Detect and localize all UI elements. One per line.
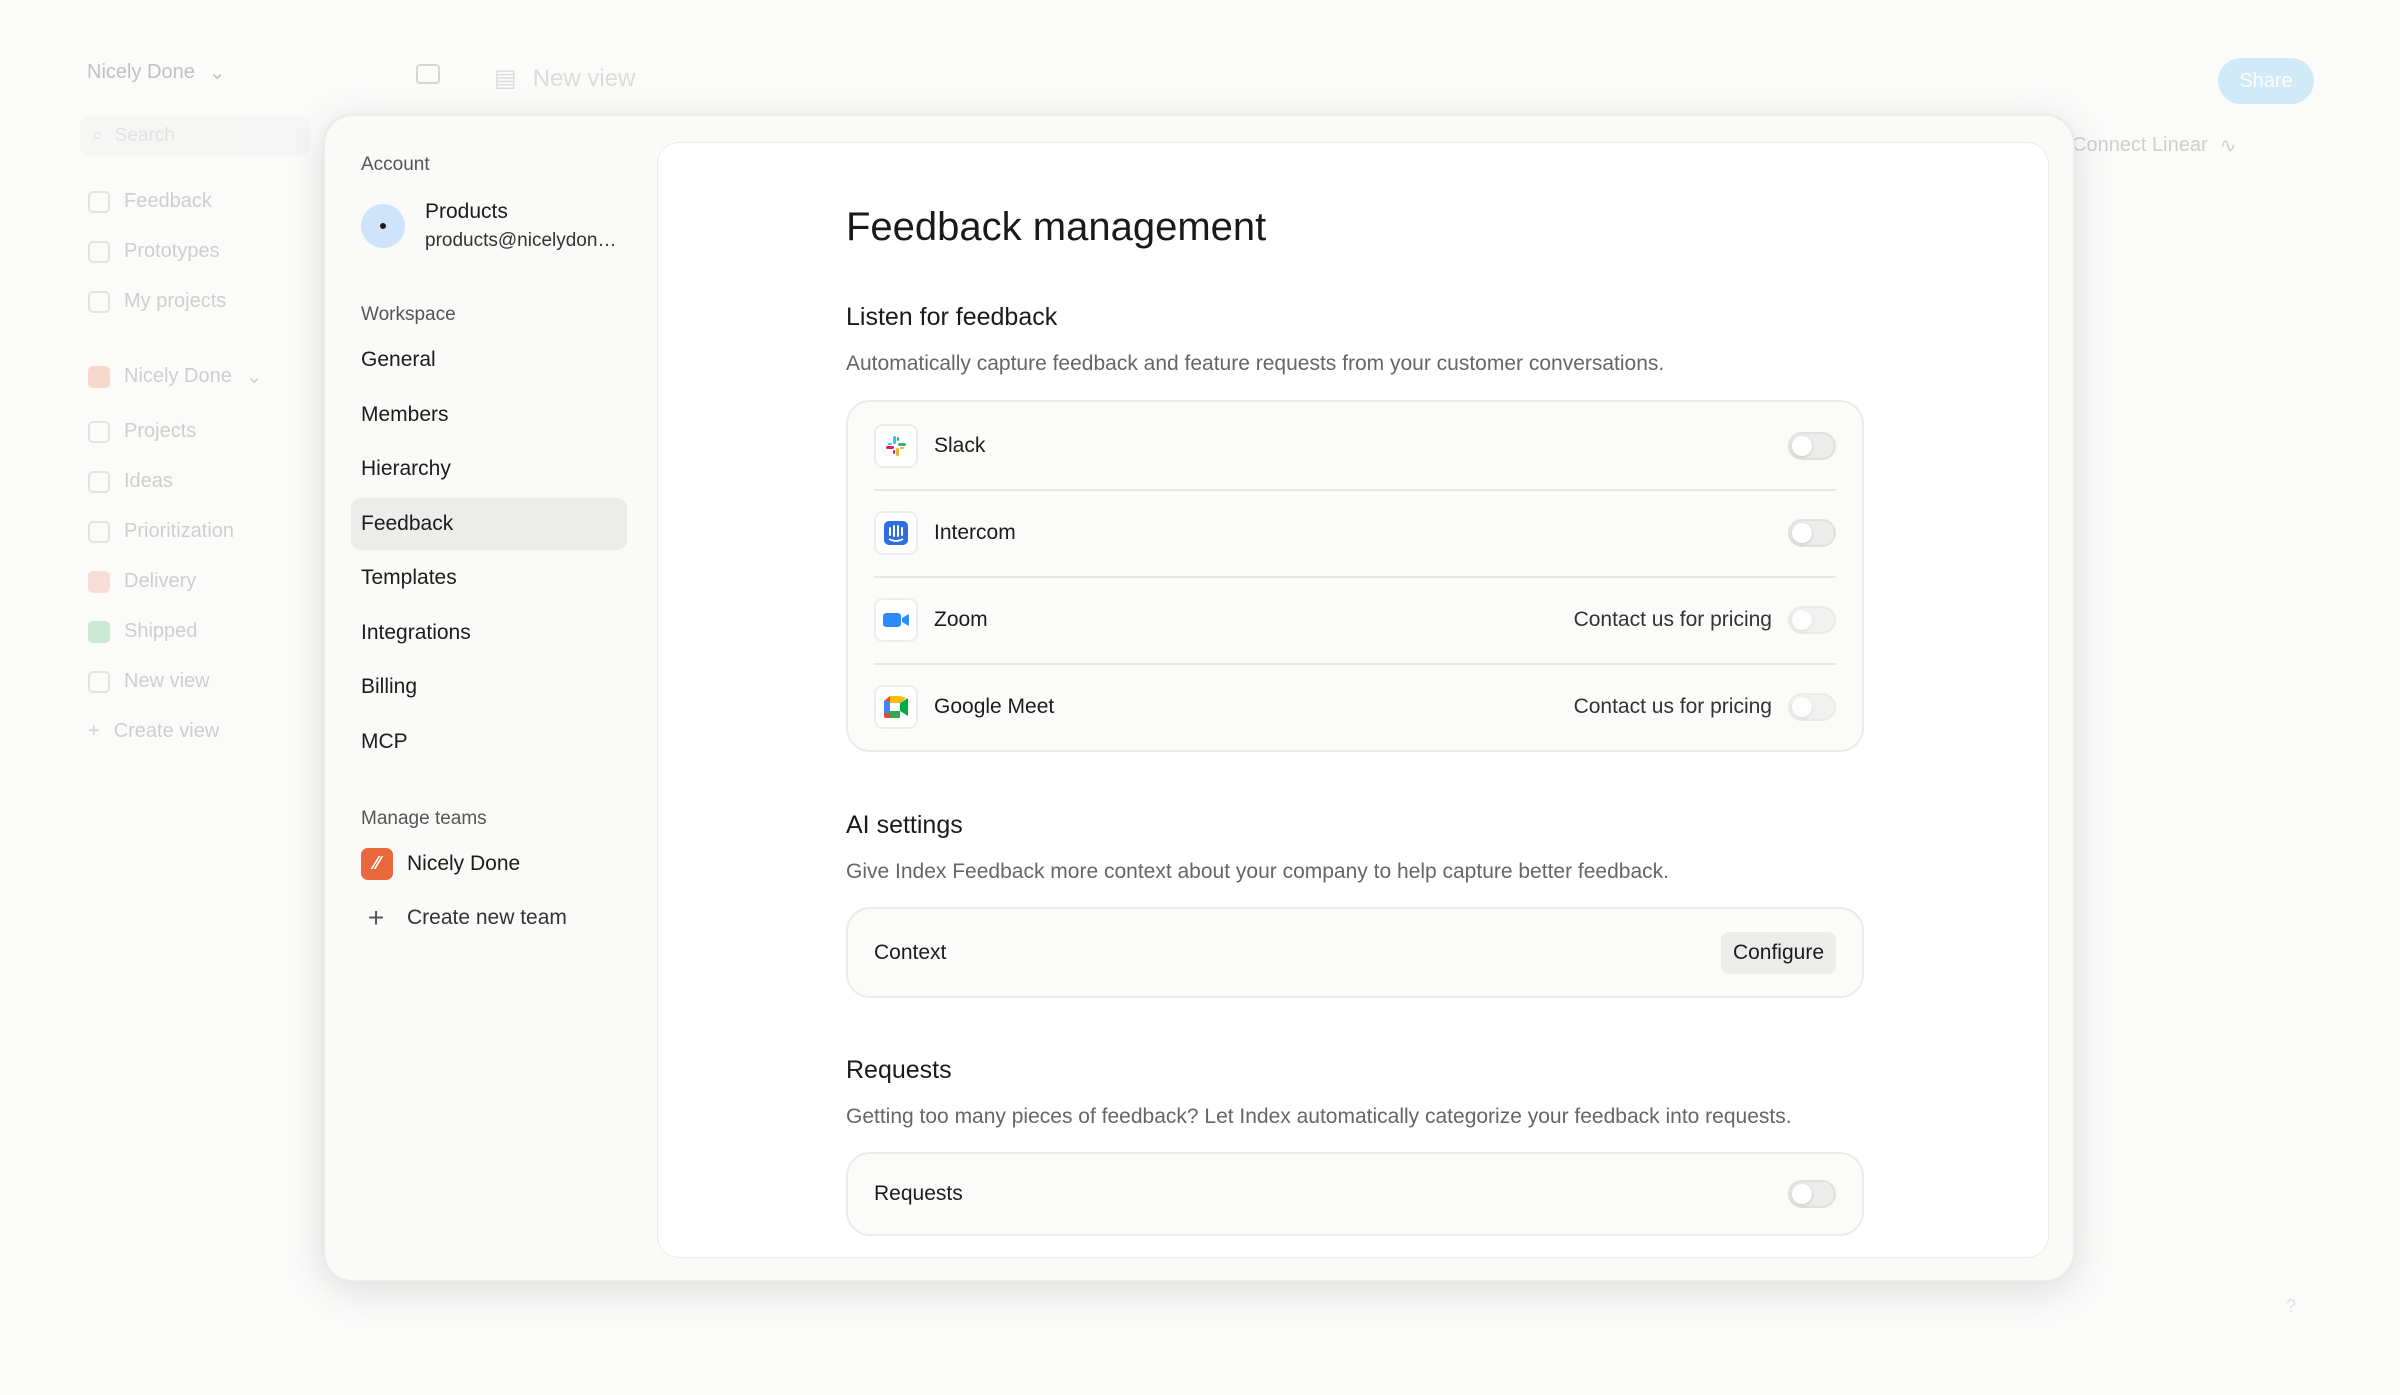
- context-row: Context Configure: [848, 909, 1862, 996]
- prototype-icon: [88, 240, 110, 263]
- intercom-toggle[interactable]: [1788, 518, 1836, 547]
- chevron-down-icon: ⌄: [245, 366, 263, 388]
- configure-button[interactable]: Configure: [1720, 931, 1836, 974]
- slack-toggle[interactable]: [1788, 431, 1836, 460]
- delivery-icon: [88, 570, 110, 593]
- bg-nav-ideas: Ideas: [88, 470, 173, 493]
- google-meet-toggle[interactable]: [1788, 692, 1836, 721]
- settings-nav-mcp[interactable]: MCP: [351, 716, 627, 768]
- ai-section-title: AI settings: [846, 811, 963, 839]
- integration-name: Slack: [934, 433, 986, 457]
- create-team-label: Create new team: [407, 905, 567, 929]
- background-header-view: ▤ New view: [494, 64, 636, 93]
- pricing-note: Contact us for pricing: [1573, 607, 1772, 631]
- requests-card: Requests: [846, 1152, 1864, 1236]
- bg-nav-create-view: + Create view: [88, 720, 220, 742]
- sidebar-toggle-icon: [416, 64, 440, 84]
- settings-nav-hierarchy[interactable]: Hierarchy: [351, 443, 627, 495]
- help-icon: ?: [2286, 1296, 2297, 1316]
- feedback-icon: [88, 190, 110, 213]
- settings-nav-feedback[interactable]: Feedback: [351, 497, 627, 550]
- bg-nav-new-view: New view: [88, 670, 210, 693]
- team-logo-icon: ⁄⁄: [361, 847, 393, 880]
- bg-nav-feedback: Feedback: [88, 190, 212, 213]
- projects-icon: [88, 420, 110, 443]
- bg-nav-delivery: Delivery: [88, 570, 196, 593]
- bg-nav-projects: Projects: [88, 420, 196, 443]
- shipped-icon: [88, 620, 110, 643]
- settings-nav-members[interactable]: Members: [351, 389, 627, 441]
- share-button: Share: [2218, 58, 2314, 104]
- integration-row-zoom: Zoom Contact us for pricing: [848, 576, 1862, 663]
- bg-nav-shipped: Shipped: [88, 620, 197, 643]
- slack-icon: [874, 423, 918, 468]
- requests-toggle[interactable]: [1788, 1180, 1836, 1208]
- requests-label: Requests: [874, 1182, 963, 1205]
- settings-nav-billing[interactable]: Billing: [351, 661, 627, 713]
- integration-name: Google Meet: [934, 694, 1055, 718]
- activity-icon: ∿: [2219, 135, 2237, 157]
- team-name: Nicely Done: [407, 851, 521, 875]
- connect-linear: Connect Linear ∿: [2072, 134, 2237, 157]
- bg-team: Nicely Done ⌄: [88, 364, 263, 389]
- bg-nav-prototypes: Prototypes: [88, 240, 220, 263]
- settings-nav-templates[interactable]: Templates: [351, 552, 627, 604]
- prioritization-icon: [88, 520, 110, 543]
- page-title: Feedback management: [846, 205, 1267, 249]
- account-label: Account: [361, 154, 430, 175]
- google-meet-icon: [874, 684, 918, 729]
- settings-sidebar: Account Products products@nicelydone.clu…: [325, 116, 655, 1280]
- settings-nav-general[interactable]: General: [351, 334, 627, 386]
- plus-icon: +: [367, 901, 385, 933]
- ideas-icon: [88, 470, 110, 493]
- workspace-name: Nicely Done: [87, 61, 195, 83]
- chevron-down-icon: ⌄: [208, 62, 226, 84]
- integration-row-google-meet: Google Meet Contact us for pricing: [848, 663, 1862, 750]
- team-logo-icon: [88, 365, 110, 388]
- pricing-note: Contact us for pricing: [1573, 694, 1772, 718]
- listen-section-description: Automatically capture feedback and featu…: [846, 352, 1665, 375]
- ai-section-description: Give Index Feedback more context about y…: [846, 860, 1669, 883]
- avatar: [361, 204, 405, 248]
- create-team-button[interactable]: + Create new team: [361, 892, 655, 944]
- bg-nav-my-projects: My projects: [88, 290, 226, 313]
- account-name: Products: [425, 200, 508, 223]
- integration-row-slack: Slack: [848, 402, 1862, 489]
- bg-nav-prioritization: Prioritization: [88, 520, 234, 543]
- context-label: Context: [874, 940, 947, 964]
- account-email: products@nicelydone.club: [425, 230, 625, 251]
- view-icon: ▤: [494, 65, 517, 92]
- background-search: ⌕ Search: [80, 116, 310, 156]
- workspace-switcher: Nicely Done ⌄: [87, 60, 226, 85]
- zoom-icon: [874, 597, 918, 642]
- integration-row-intercom: Intercom: [848, 489, 1862, 576]
- ai-context-card: Context Configure: [846, 907, 1864, 998]
- workspace-label: Workspace: [361, 304, 456, 325]
- zoom-toggle[interactable]: [1788, 605, 1836, 634]
- intercom-icon: [874, 510, 918, 555]
- team-item-nicely-done[interactable]: ⁄⁄ Nicely Done: [361, 838, 655, 890]
- integration-name: Intercom: [934, 520, 1016, 544]
- settings-nav-integrations[interactable]: Integrations: [351, 607, 627, 659]
- requests-row: Requests: [848, 1154, 1862, 1234]
- manage-teams-label: Manage teams: [361, 807, 487, 829]
- search-placeholder: Search: [114, 125, 175, 146]
- search-icon: ⌕: [92, 125, 103, 146]
- account-card[interactable]: Products products@nicelydone.club: [361, 200, 655, 252]
- integrations-card: Slack Intercom Zoom Contact us for prici…: [846, 400, 1864, 752]
- listen-section-title: Listen for feedback: [846, 303, 1058, 331]
- settings-modal: Account Products products@nicelydone.clu…: [323, 114, 2075, 1282]
- requests-section-title: Requests: [846, 1056, 952, 1084]
- background-sidebar: Nicely Done ⌄ ⌕ Search Feedback Prototyp…: [0, 0, 320, 1395]
- plus-icon: +: [88, 720, 100, 742]
- integration-name: Zoom: [934, 607, 988, 631]
- requests-section-description: Getting too many pieces of feedback? Let…: [846, 1105, 1792, 1128]
- settings-content: Feedback management Listen for feedback …: [657, 142, 2049, 1258]
- user-icon: [88, 290, 110, 313]
- view-icon: [88, 670, 110, 693]
